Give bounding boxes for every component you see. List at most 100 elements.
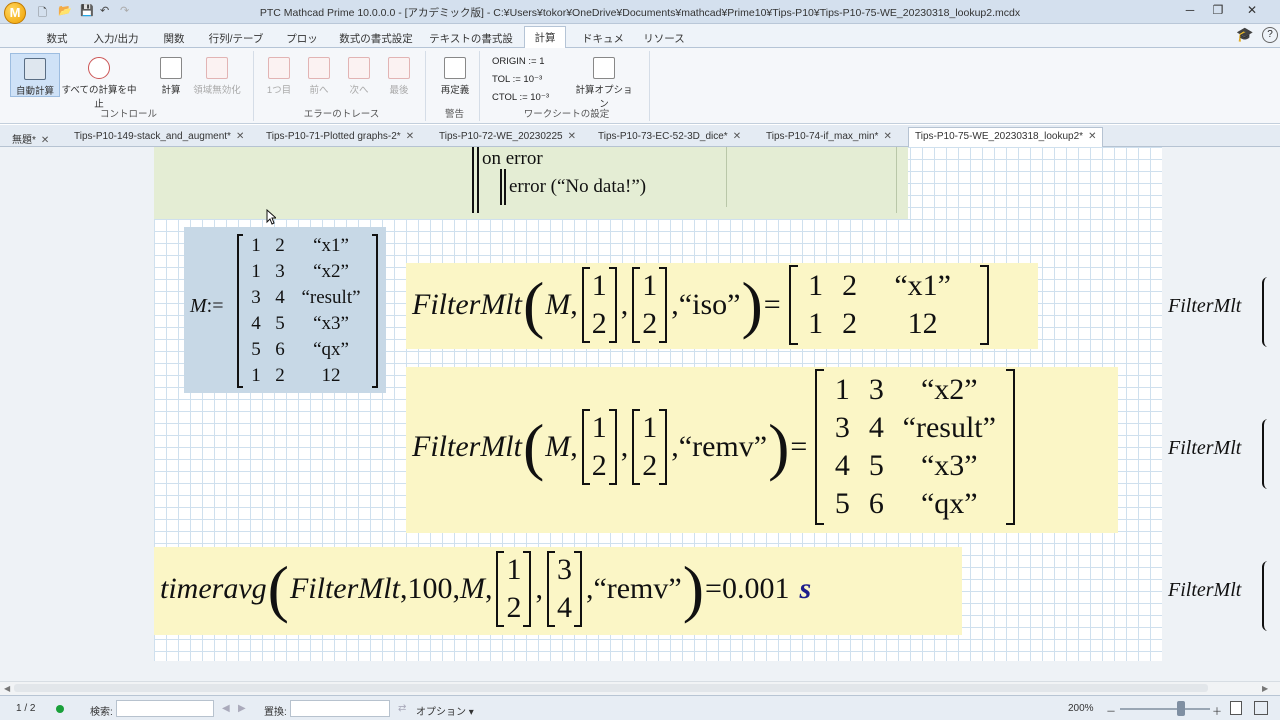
tab-document[interactable]: ドキュメント	[578, 28, 628, 60]
right-filter-1[interactable]: FilterMlt	[1168, 295, 1241, 318]
origin-setting[interactable]: ORIGIN := 1	[492, 56, 545, 67]
close-icon[interactable]: ✕	[1238, 3, 1266, 19]
close-tab-icon[interactable]: ✕	[568, 131, 576, 142]
assign-operator: :=	[206, 295, 224, 317]
doc-tab-74[interactable]: Tips-P10-74-if_max_min* ✕	[760, 128, 898, 147]
graduation-cap-icon[interactable]: 🎓	[1236, 26, 1253, 43]
first-error-button[interactable]: 1つ目	[262, 53, 296, 101]
vector-element: 1	[642, 411, 658, 444]
tab-plots[interactable]: プロット	[282, 28, 322, 60]
scroll-thumb[interactable]	[14, 684, 1208, 692]
right-filter-2[interactable]: FilterMlt	[1168, 437, 1241, 460]
vector-element: 4	[556, 591, 572, 624]
page-view-icon[interactable]	[1230, 701, 1242, 715]
zoom-slider-handle[interactable]	[1177, 701, 1185, 716]
tab-matrices-tables[interactable]: 行列/テーブル	[204, 28, 268, 60]
vector-element: 1	[506, 553, 522, 586]
auto-calc-button[interactable]: 自動計算	[10, 53, 60, 97]
close-tab-icon[interactable]: ✕	[41, 135, 49, 146]
function-name: timeravg	[160, 572, 267, 605]
vertical-scrollbar[interactable]	[1267, 147, 1280, 681]
zoom-level: 200%	[1068, 703, 1094, 714]
zoom-slider[interactable]	[1120, 708, 1210, 710]
redefine-button[interactable]: 再定義	[434, 53, 476, 101]
matrix-cell: “x3”	[920, 449, 978, 482]
matrix-cell: 5	[275, 313, 285, 334]
scroll-left-icon[interactable]: ◀	[4, 684, 10, 693]
calculate-button[interactable]: 計算	[154, 53, 188, 97]
tol-setting[interactable]: TOL := 10⁻³	[492, 74, 542, 85]
scroll-right-icon[interactable]: ▶	[1262, 684, 1268, 693]
timeravg-equation[interactable]: timeravg ( FilterMlt, 100, M, 12, 34, “r…	[154, 547, 962, 635]
search-prev-icon[interactable]: ◀	[222, 703, 230, 714]
draft-view-icon[interactable]	[1254, 701, 1268, 715]
equals-sign: =	[705, 572, 722, 605]
calc-options-button[interactable]: 計算オプション	[572, 53, 636, 110]
worksheet-canvas[interactable]: on error error (“No data!”) M:= 1 2 “x1” 1 3…	[0, 147, 1280, 681]
filter-iso-equation[interactable]: FilterMlt ( M, 12, 12, “iso” ) = 1 2 “x1” 1…	[406, 263, 1038, 349]
document-tab-bar: 無題* ✕ Tips-P10-149-stack_and_augment* ✕ Ti…	[0, 125, 1280, 147]
help-icon[interactable]: ?	[1262, 27, 1278, 43]
close-tab-icon[interactable]: ✕	[236, 131, 244, 142]
matrix-m-definition[interactable]: M:= 1 2 “x1” 1 3 “x2” 3 4 “result” 4 5 “x3” 5 6 “qx” 1 2…	[184, 227, 386, 393]
tab-input-output[interactable]: 入力/出力	[88, 28, 144, 48]
close-tab-icon[interactable]: ✕	[733, 131, 741, 142]
disable-region-button[interactable]: 領域無効化	[192, 53, 242, 97]
ctol-setting[interactable]: CTOL := 10⁻³	[492, 92, 549, 103]
tab-calculation[interactable]: 計算	[524, 26, 566, 49]
matrix-cell: 1	[834, 373, 850, 406]
doc-tab-73[interactable]: Tips-P10-73-EC-52-3D_dice* ✕	[592, 128, 747, 147]
replace-icon[interactable]: ⇄	[398, 703, 406, 714]
ribbon-panel: 自動計算 すべての計算を中止 計算 領域無効化 コントロール 1つ目 前へ 次へ…	[0, 48, 1280, 124]
search-next-icon[interactable]: ▶	[238, 703, 246, 714]
matrix-cell: 4	[834, 449, 850, 482]
tab-resources[interactable]: リソース	[642, 28, 686, 48]
matrix-row: 4 5 “x3”	[825, 447, 1005, 485]
on-error-keyword: on error	[482, 148, 543, 169]
matrix-name: M	[190, 295, 207, 317]
doc-tab-149[interactable]: Tips-P10-149-stack_and_augment* ✕	[68, 128, 250, 147]
vector-element: 3	[556, 553, 572, 586]
vector-arg-2: 34	[546, 551, 582, 627]
search-input[interactable]	[116, 700, 214, 717]
replace-label: 置換:	[264, 707, 287, 718]
minimize-icon[interactable]: ─	[1176, 3, 1204, 19]
warnings-group: 再定義 警告	[430, 51, 480, 121]
tab-math-formatting[interactable]: 数式の書式設定	[336, 28, 416, 48]
matrix-row: 1 2 12	[799, 305, 979, 343]
vector-element: 1	[642, 269, 658, 302]
tab-math[interactable]: 数式	[40, 28, 74, 48]
last-error-button[interactable]: 最後	[382, 53, 416, 101]
matrix-cell: “result”	[902, 411, 996, 444]
next-error-button[interactable]: 次へ	[342, 53, 376, 101]
matrix-cell: “x3”	[313, 313, 349, 334]
matrix-cell: 1	[808, 269, 824, 302]
error-call: error (“No data!”)	[509, 176, 647, 197]
horizontal-scrollbar[interactable]: ◀ ▶	[0, 681, 1280, 695]
prev-error-button[interactable]: 前へ	[302, 53, 336, 101]
doc-tab-72[interactable]: Tips-P10-72-WE_20230225 ✕	[433, 128, 582, 147]
matrix-cell: 3	[868, 373, 884, 406]
matrix-cell: 3	[834, 411, 850, 444]
unit-seconds: s	[799, 572, 812, 605]
doc-tab-untitled[interactable]: 無題* ✕	[6, 128, 55, 147]
zoom-in-icon[interactable]: ＋	[1212, 703, 1222, 718]
vector-arg-1: 12	[581, 267, 617, 343]
filter-remv-equation[interactable]: FilterMlt ( M, 12, 12, “remv” ) = 1 3 “x2”…	[406, 367, 1118, 533]
mode-arg: “remv”	[593, 572, 682, 605]
tab-functions[interactable]: 関数	[158, 28, 190, 48]
iterations-arg: 100	[407, 572, 453, 605]
tab-text-formatting[interactable]: テキストの書式設定	[428, 28, 514, 60]
close-tab-icon[interactable]: ✕	[883, 131, 891, 142]
replace-input[interactable]	[290, 700, 390, 717]
stop-all-calc-button[interactable]: すべての計算を中止	[60, 53, 138, 110]
result-matrix: 1 2 “x1” 1 2 12	[788, 265, 989, 345]
doc-tab-71[interactable]: Tips-P10-71-Plotted graphs-2* ✕	[260, 128, 420, 147]
close-tab-icon[interactable]: ✕	[1088, 131, 1096, 142]
doc-tab-75-active[interactable]: Tips-P10-75-WE_20230318_lookup2* ✕	[908, 127, 1104, 147]
options-menu[interactable]: オプション ▾	[416, 703, 474, 718]
close-tab-icon[interactable]: ✕	[406, 131, 414, 142]
restore-icon[interactable]: ❐	[1204, 3, 1232, 19]
zoom-out-icon[interactable]: －	[1106, 703, 1116, 718]
right-filter-3[interactable]: FilterMlt	[1168, 579, 1241, 602]
